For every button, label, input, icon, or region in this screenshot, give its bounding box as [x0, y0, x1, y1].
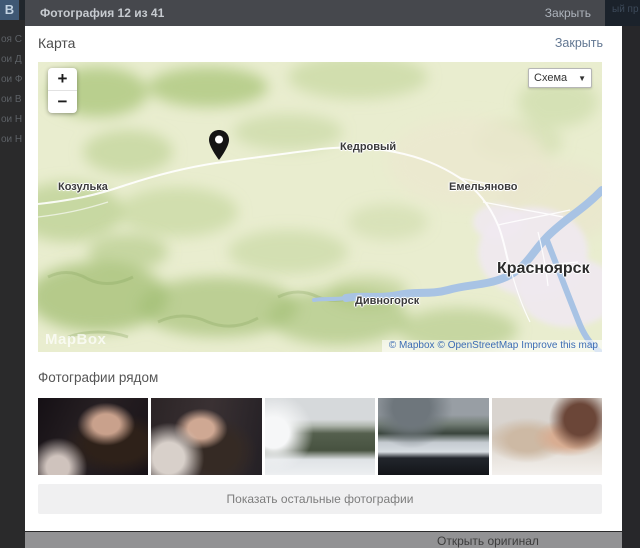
- nearby-photos-title: Фотографии рядом: [38, 370, 158, 385]
- photo-thumbnail[interactable]: [151, 398, 261, 475]
- map-layer-value: Схема: [534, 72, 567, 84]
- photo-thumbnail[interactable]: [492, 398, 602, 475]
- dimmed-sidebar: оя С ои Д ои Ф ои В ои Н ои Н: [1, 30, 25, 150]
- zoom-out-button[interactable]: −: [48, 90, 77, 113]
- mapbox-watermark: MapBox: [45, 331, 106, 348]
- photo-viewer-topbar: Фотография 12 из 41 Закрыть: [25, 0, 605, 26]
- sidebar-fragment: ои Ф: [1, 70, 25, 90]
- dimmed-header-corner: ый пр: [605, 0, 640, 26]
- osm-attribution-link[interactable]: © OpenStreetMap: [438, 340, 519, 351]
- header-fragment: ый пр: [612, 4, 639, 15]
- viewer-close-link[interactable]: Закрыть: [545, 6, 591, 20]
- photo-thumbnail[interactable]: [378, 398, 488, 475]
- nearby-photos-row: [38, 398, 602, 475]
- map-layer-select[interactable]: Схема ▼: [528, 68, 592, 88]
- sidebar-fragment: ои Н: [1, 110, 25, 130]
- show-more-photos-button[interactable]: Показать остальные фотографии: [38, 484, 602, 514]
- mapbox-attribution-link[interactable]: © Mapbox: [389, 340, 435, 351]
- photo-viewer-footer: Открыть оригинал: [25, 532, 622, 548]
- chevron-down-icon: ▼: [578, 74, 586, 83]
- sidebar-fragment: ои В: [1, 90, 25, 110]
- map-modal-close-link[interactable]: Закрыть: [555, 36, 603, 50]
- sidebar-fragment: ои Д: [1, 50, 25, 70]
- map-place-label: Козулька: [58, 181, 108, 193]
- map-place-label: Емельяново: [449, 181, 517, 193]
- map-attribution: © Mapbox© OpenStreetMapImprove this map: [382, 340, 602, 352]
- open-original-link[interactable]: Открыть оригинал: [437, 534, 539, 548]
- improve-map-link[interactable]: Improve this map: [521, 340, 598, 351]
- vk-logo: В: [0, 0, 19, 20]
- sidebar-fragment: ои Н: [1, 130, 25, 150]
- map-zoom-control: + −: [48, 68, 77, 113]
- dimmed-background-right: [622, 26, 640, 548]
- map-place-label: Дивногорск: [355, 295, 419, 307]
- map-modal: Карта Закрыть: [25, 26, 622, 531]
- map-canvas[interactable]: + − Схема ▼ Козулька Кедровый Емельяново…: [38, 62, 602, 352]
- map-modal-header: Карта Закрыть: [38, 35, 603, 51]
- map-pin-icon[interactable]: [208, 130, 230, 162]
- photo-thumbnail[interactable]: [265, 398, 375, 475]
- zoom-in-button[interactable]: +: [48, 68, 77, 90]
- sidebar-fragment: оя С: [1, 30, 25, 50]
- map-city-label: Красноярск: [497, 260, 590, 278]
- photo-thumbnail[interactable]: [38, 398, 148, 475]
- photo-counter: Фотография 12 из 41: [40, 6, 164, 20]
- map-modal-title: Карта: [38, 35, 75, 51]
- map-terrain: [38, 62, 602, 352]
- map-place-label: Кедровый: [340, 141, 396, 153]
